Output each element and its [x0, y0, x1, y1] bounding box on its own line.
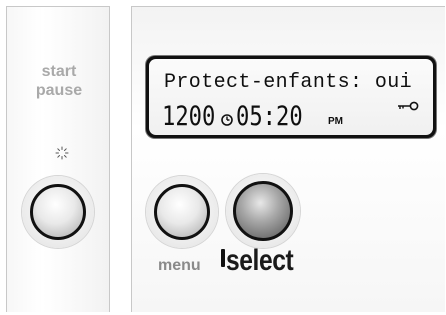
lcd-display: Protect-enfants: oui 1200 05:20 PM	[146, 56, 436, 138]
lcd-status-line: Protect-enfants: oui	[164, 71, 413, 94]
clock-time: 05:20	[236, 101, 303, 132]
select-pointer-mark	[221, 249, 225, 267]
select-label: select	[226, 244, 294, 277]
device-screen: start pause Protect-enfants: oui 1200 05…	[0, 0, 446, 315]
pause-label: pause	[35, 82, 83, 99]
left-control-panel: start pause	[6, 6, 110, 312]
key-icon	[398, 101, 419, 111]
lcd-screen: Protect-enfants: oui 1200 05:20 PM	[149, 59, 433, 135]
select-button[interactable]	[233, 181, 293, 241]
clock-icon	[221, 114, 233, 126]
menu-button[interactable]	[154, 184, 210, 240]
start-label: start	[41, 63, 77, 80]
sparkle-indicator-icon	[55, 146, 69, 160]
menu-label: menu	[158, 257, 201, 274]
channel-number: 1200	[162, 101, 216, 132]
lcd-info-line: 1200 05:20 PM	[162, 103, 343, 131]
start-pause-button[interactable]	[30, 184, 86, 240]
am-pm-indicator: PM	[328, 116, 343, 127]
